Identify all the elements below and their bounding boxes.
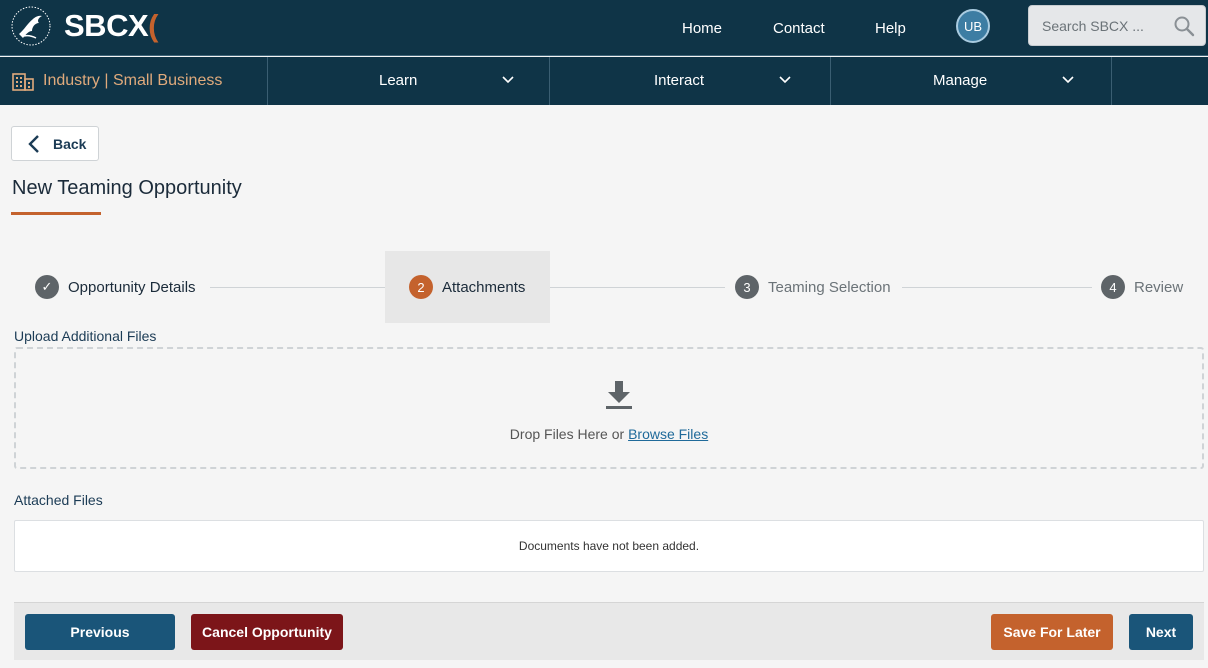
attached-files-list: Documents have not been added. bbox=[14, 520, 1204, 572]
nav-contact[interactable]: Contact bbox=[773, 0, 825, 56]
secondary-nav: Industry | Small Business Learn Interact… bbox=[0, 57, 1208, 105]
step-label: Opportunity Details bbox=[68, 278, 196, 296]
step-review[interactable]: 4 Review bbox=[1101, 251, 1191, 323]
eagle-emblem-icon bbox=[11, 6, 51, 46]
chevron-down-icon bbox=[779, 76, 791, 84]
check-icon: ✓ bbox=[35, 275, 59, 299]
nav-interact-label: Interact bbox=[654, 72, 705, 89]
stepper-connector bbox=[210, 287, 385, 288]
file-dropzone[interactable]: Drop Files Here or Browse Files bbox=[14, 347, 1204, 469]
download-icon bbox=[606, 381, 632, 409]
previous-button[interactable]: Previous bbox=[25, 614, 175, 650]
step-opportunity-details[interactable]: ✓ Opportunity Details bbox=[35, 251, 205, 323]
upload-section-label: Upload Additional Files bbox=[14, 328, 157, 344]
nav-home[interactable]: Home bbox=[682, 0, 722, 56]
chevron-left-icon bbox=[28, 134, 39, 153]
step-number: 3 bbox=[735, 275, 759, 299]
save-for-later-button[interactable]: Save For Later bbox=[991, 614, 1113, 650]
search-icon[interactable] bbox=[1173, 15, 1195, 37]
search-box bbox=[1028, 5, 1206, 46]
next-button[interactable]: Next bbox=[1129, 614, 1193, 650]
portal-brand[interactable]: Industry | Small Business bbox=[0, 57, 268, 105]
nav-help[interactable]: Help bbox=[875, 0, 906, 56]
step-number: 4 bbox=[1101, 275, 1125, 299]
sbcx-logo[interactable]: SBCX( bbox=[10, 5, 158, 47]
nav-manage[interactable]: Manage bbox=[831, 57, 1112, 105]
title-underline bbox=[11, 212, 101, 215]
top-header: SBCX( Home Contact Help UB bbox=[0, 0, 1208, 56]
browse-files-link[interactable]: Browse Files bbox=[628, 426, 708, 442]
step-attachments[interactable]: 2 Attachments bbox=[385, 251, 550, 323]
nav-learn-label: Learn bbox=[379, 72, 418, 89]
search-input[interactable] bbox=[1029, 6, 1169, 45]
building-icon bbox=[12, 73, 34, 91]
back-label: Back bbox=[53, 135, 87, 152]
step-teaming-selection[interactable]: 3 Teaming Selection bbox=[735, 251, 900, 323]
chevron-down-icon bbox=[1062, 76, 1074, 84]
drop-instructions: Drop Files Here or Browse Files bbox=[16, 426, 1202, 442]
step-number: 2 bbox=[409, 275, 433, 299]
stepper-connector bbox=[902, 287, 1092, 288]
step-label: Attachments bbox=[442, 278, 526, 296]
cancel-opportunity-button[interactable]: Cancel Opportunity bbox=[191, 614, 343, 650]
empty-message: Documents have not been added. bbox=[518, 539, 700, 553]
nav-interact[interactable]: Interact bbox=[550, 57, 831, 105]
user-avatar[interactable]: UB bbox=[956, 9, 990, 43]
drop-text: Drop Files Here or bbox=[509, 426, 625, 442]
nav-learn[interactable]: Learn bbox=[269, 57, 550, 105]
back-button[interactable]: Back bbox=[11, 126, 99, 161]
logo-text: SBCX bbox=[64, 8, 149, 43]
step-label: Teaming Selection bbox=[768, 278, 891, 296]
attached-section-label: Attached Files bbox=[14, 492, 103, 508]
step-label: Review bbox=[1134, 278, 1184, 296]
nav-manage-label: Manage bbox=[933, 72, 988, 89]
stepper-connector bbox=[535, 287, 725, 288]
action-bar: Previous Cancel Opportunity Save For Lat… bbox=[14, 602, 1204, 660]
logo-accent: ( bbox=[148, 8, 158, 43]
chevron-down-icon bbox=[502, 76, 514, 84]
portal-brand-label: Industry | Small Business bbox=[43, 72, 223, 89]
page-title: New Teaming Opportunity bbox=[12, 177, 242, 199]
